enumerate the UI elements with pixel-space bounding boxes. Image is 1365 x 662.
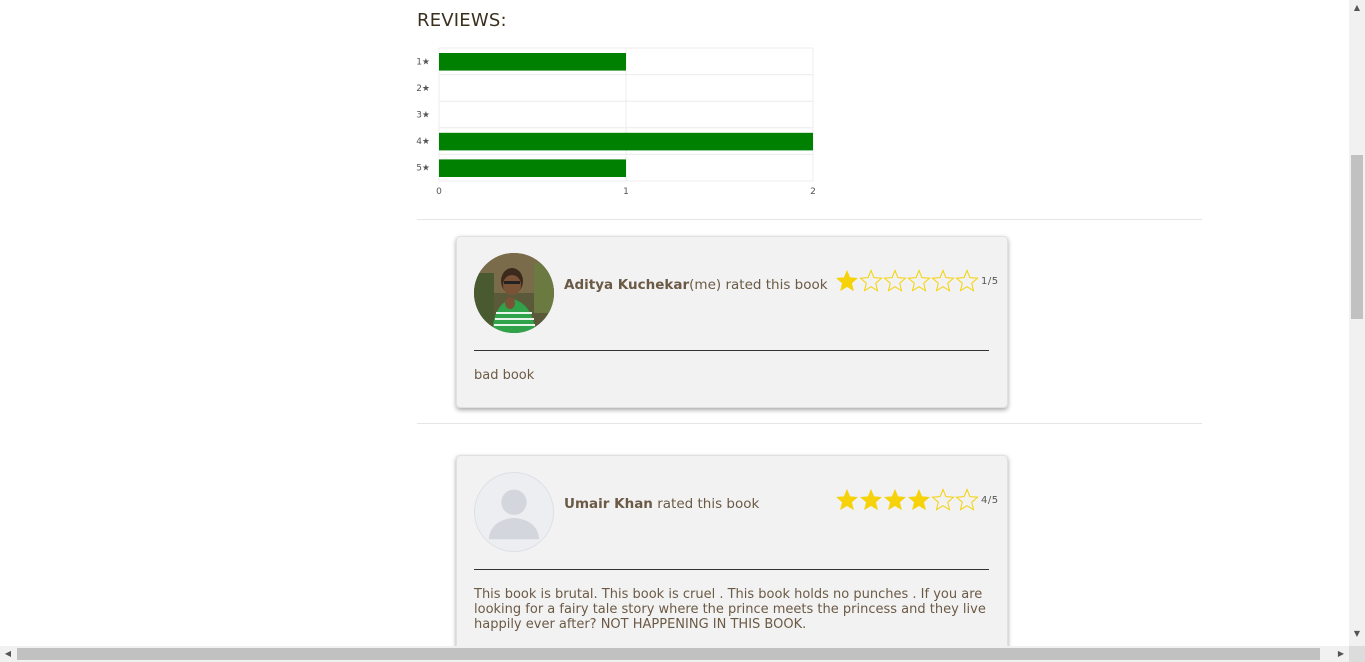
scrollbar-thumb[interactable] — [17, 648, 1320, 660]
scrollbar-corner — [1349, 646, 1365, 662]
reviewer-me-tag: (me) — [689, 277, 722, 293]
star-rating: 1/5 — [835, 269, 999, 293]
separator — [474, 569, 989, 570]
rating-distribution-chart: 1★ 2★ 3★ 4★ 5★ 0 1 2 — [416, 47, 816, 197]
x-tick-label: 2 — [810, 187, 816, 197]
star-empty-icon — [955, 488, 979, 511]
star-empty-icon — [955, 269, 979, 292]
star-filled-icon — [859, 488, 883, 511]
avatar[interactable] — [474, 472, 554, 552]
divider — [417, 423, 1202, 424]
bar — [439, 159, 626, 177]
scroll-down-arrow-icon[interactable]: ▼ — [1349, 626, 1365, 642]
category-label: 4★ — [416, 137, 430, 147]
reviewer-name[interactable]: Aditya Kuchekar — [564, 277, 689, 293]
star-empty-icon — [883, 269, 907, 292]
review-card: Umair Khan rated this book 4/5 This book… — [456, 455, 1008, 646]
scroll-up-arrow-icon[interactable]: ▲ — [1349, 0, 1365, 16]
page: REVIEWS: 1★ 2★ 3★ 4★ 5★ 0 1 2 Aditya Kuchekar(m… — [0, 0, 1349, 646]
category-label: 1★ — [416, 57, 430, 67]
star-empty-icon — [931, 488, 955, 511]
bar — [439, 132, 813, 151]
avatar[interactable] — [474, 253, 554, 333]
star-filled-icon — [835, 269, 859, 292]
star-filled-icon — [835, 488, 859, 511]
star-empty-icon — [931, 269, 955, 292]
rating-score: 1/5 — [981, 275, 999, 287]
separator — [474, 350, 989, 351]
user-photo — [474, 253, 554, 333]
star-filled-icon — [883, 488, 907, 511]
reviewer-line: Aditya Kuchekar(me) rated this book — [564, 277, 828, 293]
category-label: 3★ — [416, 111, 430, 121]
scrollbar-thumb[interactable] — [1351, 155, 1363, 319]
star-rating: 4/5 — [835, 488, 999, 512]
star-empty-icon — [859, 269, 883, 292]
scrollbar-vertical[interactable]: ▲ ▼ — [1349, 0, 1365, 646]
star-empty-icon — [907, 269, 931, 292]
reviewer-line: Umair Khan rated this book — [564, 496, 759, 512]
rated-text: rated this book — [721, 277, 828, 293]
rating-score: 4/5 — [981, 494, 999, 506]
star-filled-icon — [907, 488, 931, 511]
review-card: Aditya Kuchekar(me) rated this book 1/5 … — [456, 236, 1008, 408]
scrollbar-horizontal[interactable]: ◀ ▶ — [0, 646, 1349, 662]
reviewer-name[interactable]: Umair Khan — [564, 496, 653, 512]
x-tick-label: 1 — [623, 187, 629, 197]
default-avatar-icon — [475, 473, 553, 551]
bar — [439, 53, 626, 71]
scroll-left-arrow-icon[interactable]: ◀ — [0, 646, 16, 662]
review-text: This book is brutal. This book is cruel … — [474, 587, 986, 632]
scroll-right-arrow-icon[interactable]: ▶ — [1333, 646, 1349, 662]
category-label: 2★ — [416, 84, 430, 94]
x-tick-label: 0 — [436, 187, 442, 197]
divider — [417, 219, 1202, 220]
reviews-heading: REVIEWS: — [417, 10, 507, 31]
category-label: 5★ — [416, 164, 430, 174]
rated-text: rated this book — [652, 496, 760, 512]
review-text: bad book — [474, 368, 535, 383]
